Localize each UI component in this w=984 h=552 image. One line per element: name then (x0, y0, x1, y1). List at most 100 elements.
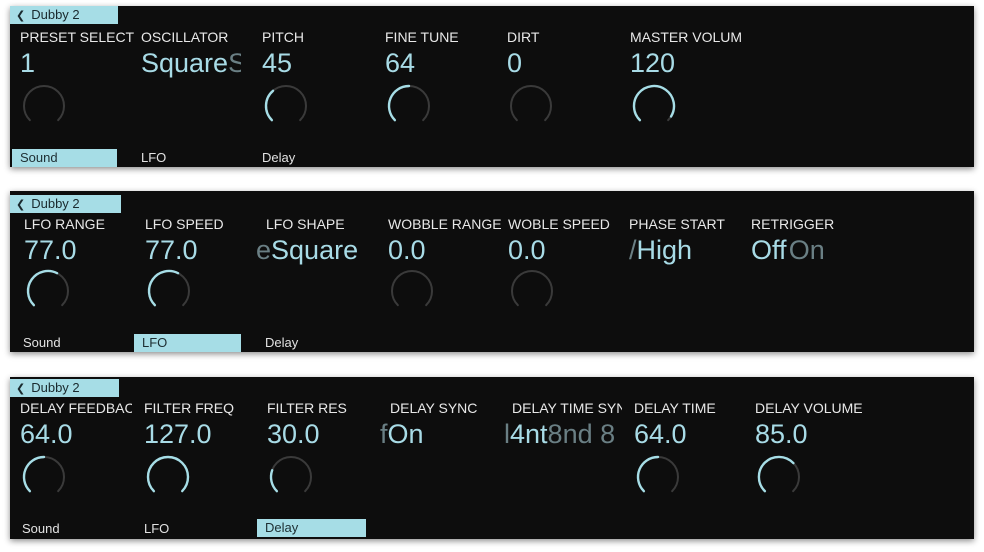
param-label: FINE TUNE (385, 29, 459, 45)
knob[interactable] (755, 453, 803, 501)
param-value: On (387, 419, 424, 449)
tab-sound[interactable]: Sound (15, 334, 123, 352)
chevron-left-icon: ❮ (16, 383, 26, 395)
param-value: 0.0 (388, 235, 426, 265)
param-label: PRESET SELECT (20, 29, 135, 45)
knob[interactable] (20, 453, 68, 501)
param-value: 0 (507, 48, 523, 78)
param-label: DELAY SYNC (390, 400, 478, 416)
knob[interactable] (630, 82, 678, 130)
knob-dial-icon (511, 269, 553, 307)
param-prev-value: / (629, 235, 637, 265)
param-value: 45 (262, 48, 293, 78)
param-label: DIRT (507, 29, 540, 45)
breadcrumb-back[interactable]: ❮ Dubby 2 (10, 195, 121, 213)
panel-delay: ❮ Dubby 2 DELAY FEEDBACK 64.0 FILTER FREQ… (10, 377, 974, 539)
knob-level-arc (636, 455, 660, 493)
param-value: 0.0 (508, 235, 546, 265)
knob-dial-icon (510, 84, 552, 122)
knob[interactable] (144, 453, 192, 501)
knob-level-arc (146, 455, 190, 493)
knob-dial-icon (391, 269, 433, 307)
param-value: 120 (630, 48, 676, 78)
param-value-scroller[interactable]: SquareS (141, 48, 241, 79)
knob-level-arc (26, 269, 59, 307)
param-label: MASTER VOLUME (630, 29, 742, 45)
param-label: WOBLE SPEED (508, 216, 610, 232)
knob-level-arc (269, 469, 279, 493)
knob[interactable] (507, 82, 555, 130)
breadcrumb-label: Dubby 2 (31, 380, 80, 395)
param-value-scroller[interactable]: fOn (380, 419, 492, 450)
tab-sound[interactable]: Sound (12, 149, 117, 167)
knob-dial-icon (632, 84, 676, 122)
param-value: 64 (385, 48, 416, 78)
param-value: 85.0 (755, 419, 808, 449)
knob-level-arc (387, 84, 411, 122)
knob-dial-icon (264, 84, 307, 122)
param-label: DELAY TIME SYNC (512, 400, 622, 416)
knob-level-arc (632, 84, 676, 122)
breadcrumb-label: Dubby 2 (31, 7, 80, 22)
tab-lfo[interactable]: LFO (136, 520, 244, 538)
param-value: 77.0 (145, 235, 198, 265)
param-value-scroller[interactable]: eSquare (256, 235, 368, 266)
knob-dial-icon (22, 455, 65, 493)
param-label: WOBBLE RANGE (388, 216, 502, 232)
knob-dial-icon (757, 455, 800, 493)
knob[interactable] (634, 453, 682, 501)
param-label: PHASE START (629, 216, 725, 232)
param-value-scroller[interactable]: Off On (751, 235, 863, 266)
knob[interactable] (24, 267, 72, 315)
param-value-scroller[interactable]: /High (629, 235, 741, 266)
knob-level-arc (757, 455, 795, 493)
knob-dial-icon (387, 84, 430, 122)
param-value-scroller[interactable]: l4nt8nd 8 (504, 419, 614, 450)
param-next-value: S (228, 48, 241, 78)
param-value: 4nt (510, 419, 548, 449)
knob-track (510, 84, 552, 122)
chevron-left-icon: ❮ (16, 10, 26, 22)
param-label: DELAY TIME (634, 400, 716, 416)
breadcrumb-back[interactable]: ❮ Dubby 2 (10, 6, 118, 24)
knob[interactable] (20, 82, 68, 130)
param-value: Square (271, 235, 359, 265)
knob-dial-icon (26, 269, 69, 307)
param-value: 1 (20, 48, 36, 78)
param-value: 30.0 (267, 419, 320, 449)
tab-delay[interactable]: Delay (254, 149, 359, 167)
param-value: 77.0 (24, 235, 77, 265)
panel-sound: ❮ Dubby 2 PRESET SELECT 1 OSCILLATOR Squa… (10, 6, 974, 167)
knob-dial-icon (147, 269, 190, 307)
knob[interactable] (388, 267, 436, 315)
knob-track (391, 269, 433, 307)
tab-sound[interactable]: Sound (14, 520, 122, 538)
tab-delay[interactable]: Delay (257, 334, 365, 352)
panel-lfo: ❮ Dubby 2 LFO RANGE 77.0 LFO SPEED 77.0 L… (10, 191, 974, 352)
param-value: Square (141, 48, 229, 78)
param-label: PITCH (262, 29, 304, 45)
param-label: DELAY VOLUME (755, 400, 863, 416)
knob[interactable] (145, 267, 193, 315)
knob-track (270, 455, 312, 493)
param-prev-value: f (380, 419, 388, 449)
knob-level-arc (147, 269, 180, 307)
knob-dial-icon (636, 455, 679, 493)
param-label: FILTER FREQ (144, 400, 234, 416)
param-prev-value: e (256, 235, 272, 265)
param-label: LFO SHAPE (266, 216, 345, 232)
knob-level-arc (264, 89, 275, 122)
tab-lfo[interactable]: LFO (133, 149, 238, 167)
knob[interactable] (262, 82, 310, 130)
tab-lfo[interactable]: LFO (134, 334, 241, 352)
param-label: LFO SPEED (145, 216, 224, 232)
knob[interactable] (267, 453, 315, 501)
knob[interactable] (508, 267, 556, 315)
breadcrumb-back[interactable]: ❮ Dubby 2 (10, 379, 119, 397)
knob-dial-icon (146, 455, 190, 493)
param-value: High (636, 235, 693, 265)
tab-delay[interactable]: Delay (257, 519, 366, 537)
knob[interactable] (385, 82, 433, 130)
param-label: DELAY FEEDBACK (20, 400, 132, 416)
param-value: 64.0 (634, 419, 687, 449)
